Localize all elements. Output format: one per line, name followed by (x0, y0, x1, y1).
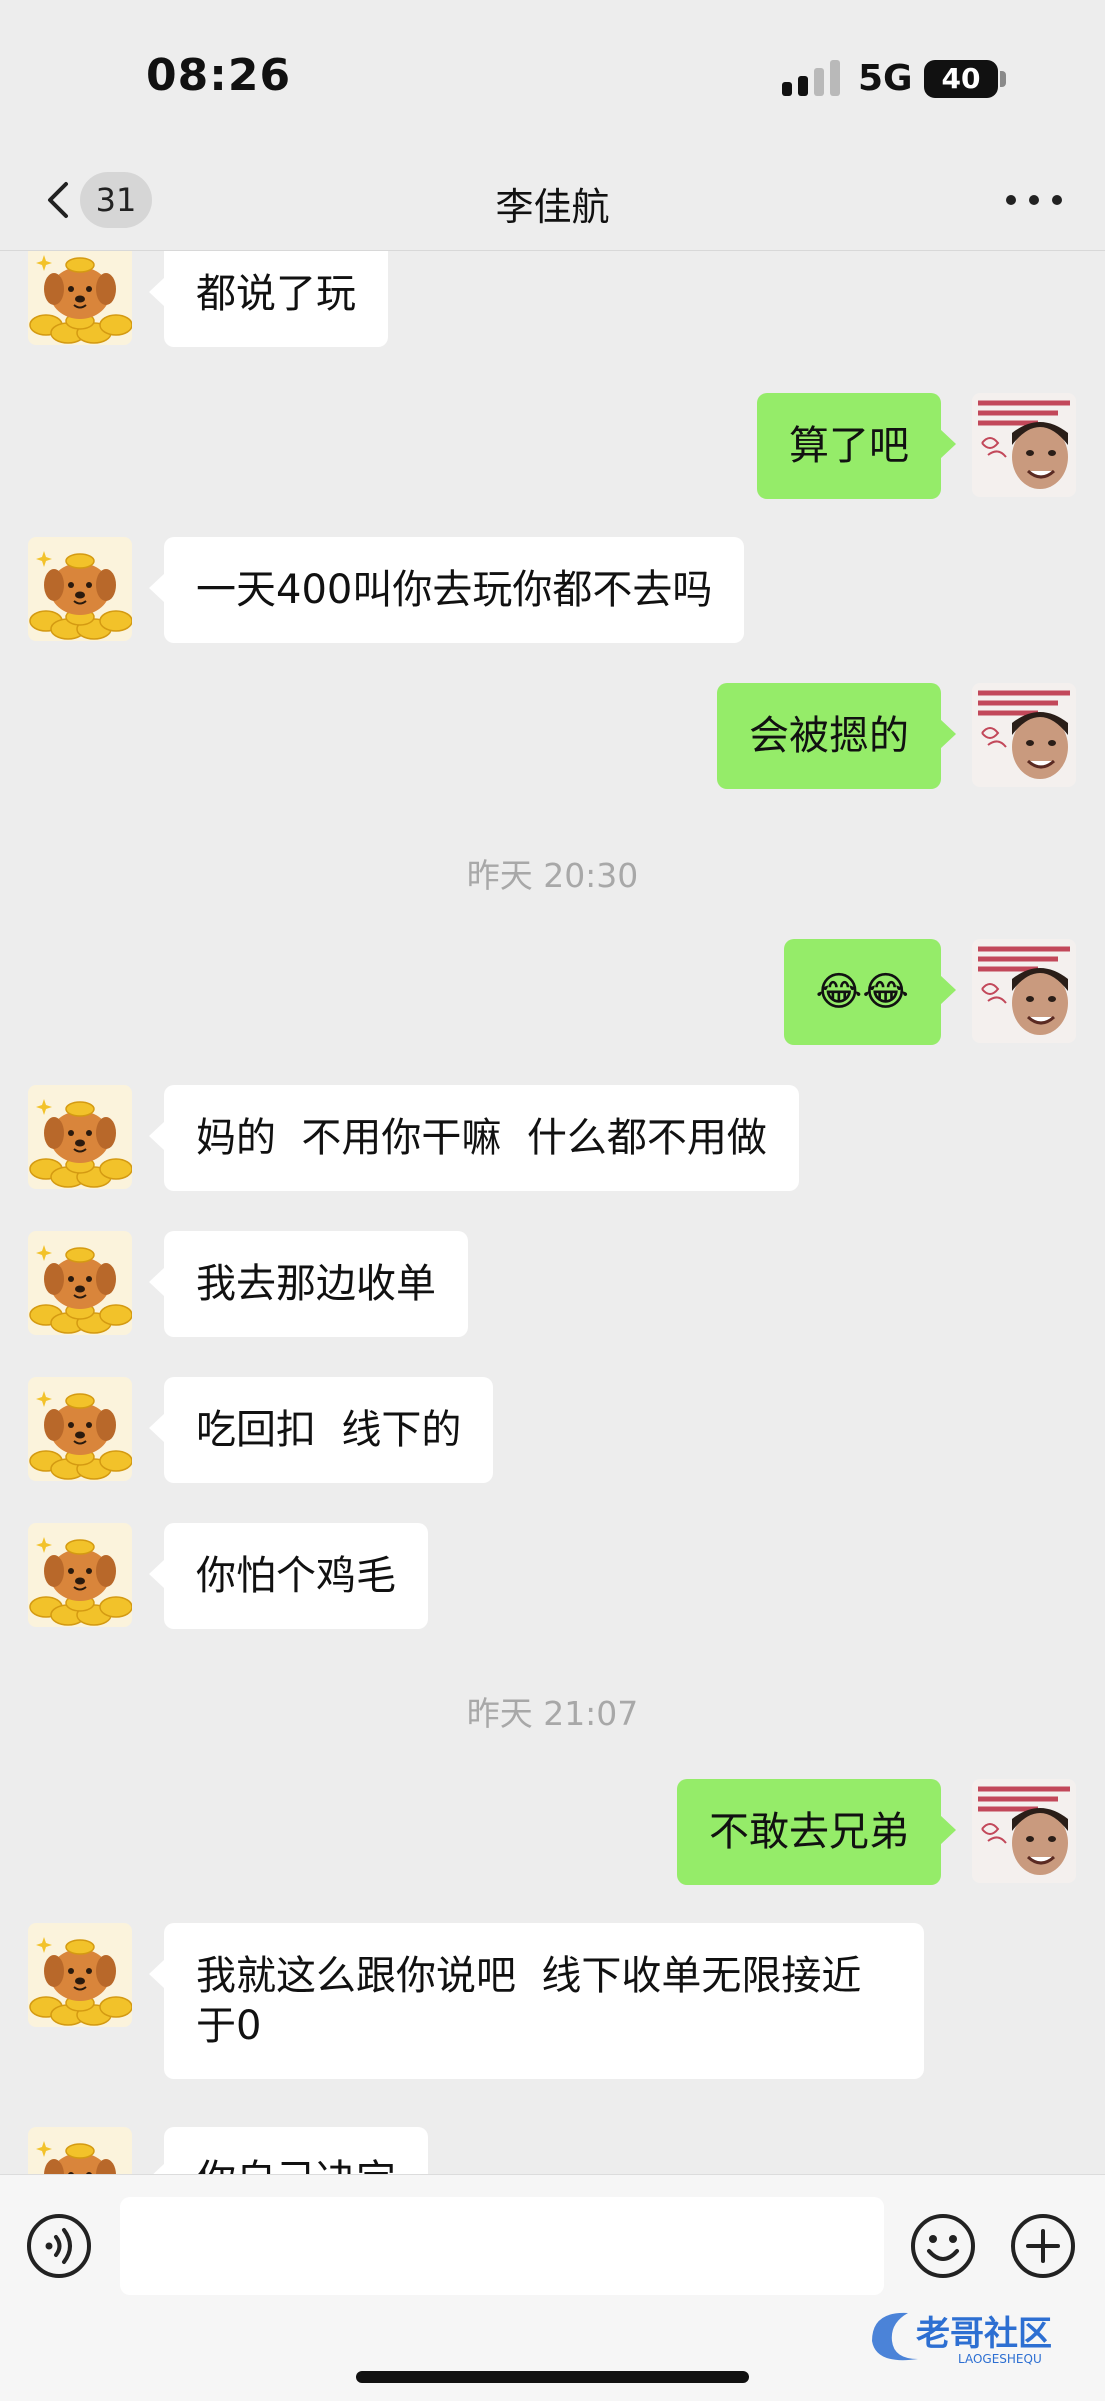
message-bubble[interactable]: 吃回扣 线下的 (148, 1377, 494, 1483)
message-bubble[interactable]: 算了吧 (757, 393, 956, 499)
network-type: 5G (858, 58, 913, 99)
dog-on-gold-coins-icon (28, 1085, 132, 1189)
message-input[interactable] (120, 2197, 884, 2295)
battery-level: 40 (941, 62, 981, 95)
more-dot-icon (1006, 195, 1016, 205)
contact-avatar[interactable] (28, 2127, 132, 2174)
more-dot-icon (1052, 195, 1062, 205)
watermark-logo: 老哥社区 LAOGESHEQU (862, 2301, 1088, 2371)
chat-header: 31 李佳航 (0, 150, 1105, 251)
meme-face-sticker-icon (972, 1779, 1076, 1883)
message-bubble[interactable]: 你自己决定 (149, 2127, 428, 2174)
message-bubble[interactable]: 一天400叫你去玩你都不去吗 (148, 537, 745, 643)
message-bubble[interactable]: 😂😂 (783, 939, 957, 1045)
watermark-text: 老哥社区 (916, 2314, 1052, 2354)
message-bubble[interactable]: 不敢去兄弟 (677, 1779, 956, 1885)
dog-on-gold-coins-icon (28, 1523, 132, 1627)
watermark-subtext: LAOGESHEQU (958, 2352, 1042, 2366)
dog-on-gold-coins-icon (28, 1377, 132, 1481)
contact-avatar[interactable] (28, 251, 132, 345)
message-bubble[interactable]: 都说了玩 (149, 251, 388, 347)
contact-avatar[interactable] (28, 1085, 132, 1189)
contact-avatar[interactable] (28, 1523, 132, 1627)
emoji-icon[interactable] (910, 2213, 976, 2279)
meme-face-sticker-icon (972, 393, 1076, 497)
status-time: 08:26 (146, 50, 292, 101)
self-avatar[interactable] (972, 683, 1076, 787)
message-bubble[interactable]: 会被摁的 (717, 683, 956, 789)
message-list[interactable]: 都说了玩 算了吧 一天400叫你去玩你都不去吗 会被摁的 昨天 20:30 😂😂… (0, 251, 1105, 2174)
battery-icon: 40 (924, 60, 998, 98)
message-bubble[interactable]: 我去那边收单 (149, 1231, 468, 1337)
more-options-button[interactable] (1006, 186, 1062, 214)
contact-avatar[interactable] (28, 1923, 132, 2027)
message-bubble[interactable]: 你怕个鸡毛 (149, 1523, 428, 1629)
signal-icon (782, 60, 840, 96)
dog-on-gold-coins-icon (28, 2127, 132, 2174)
contact-avatar[interactable] (28, 537, 132, 641)
status-bar: 08:26 5G 40 (0, 0, 1105, 150)
chat-title: 李佳航 (495, 185, 610, 229)
contact-avatar[interactable] (28, 1231, 132, 1335)
meme-face-sticker-icon (972, 939, 1076, 1043)
meme-face-sticker-icon (972, 683, 1076, 787)
dog-on-gold-coins-icon (28, 537, 132, 641)
message-bubble[interactable]: 妈的 不用你干嘛 什么都不用做 (149, 1085, 799, 1191)
self-avatar[interactable] (972, 393, 1076, 497)
more-dot-icon (1029, 195, 1039, 205)
time-divider: 昨天 21:07 (466, 1694, 639, 1733)
contact-avatar[interactable] (28, 1377, 132, 1481)
message-bubble[interactable]: 我就这么跟你说吧 线下收单无限接近于0 (149, 1923, 924, 2079)
dog-on-gold-coins-icon (28, 251, 132, 345)
input-bar: 老哥社区 LAOGESHEQU (0, 2174, 1105, 2401)
dog-on-gold-coins-icon (28, 1231, 132, 1335)
time-divider: 昨天 20:30 (466, 856, 639, 895)
dog-on-gold-coins-icon (28, 1923, 132, 2027)
self-avatar[interactable] (972, 939, 1076, 1043)
voice-input-icon[interactable] (26, 2213, 92, 2279)
home-indicator (356, 2371, 749, 2383)
self-avatar[interactable] (972, 1779, 1076, 1883)
plus-icon[interactable] (1010, 2213, 1076, 2279)
battery-cap (1000, 71, 1006, 87)
